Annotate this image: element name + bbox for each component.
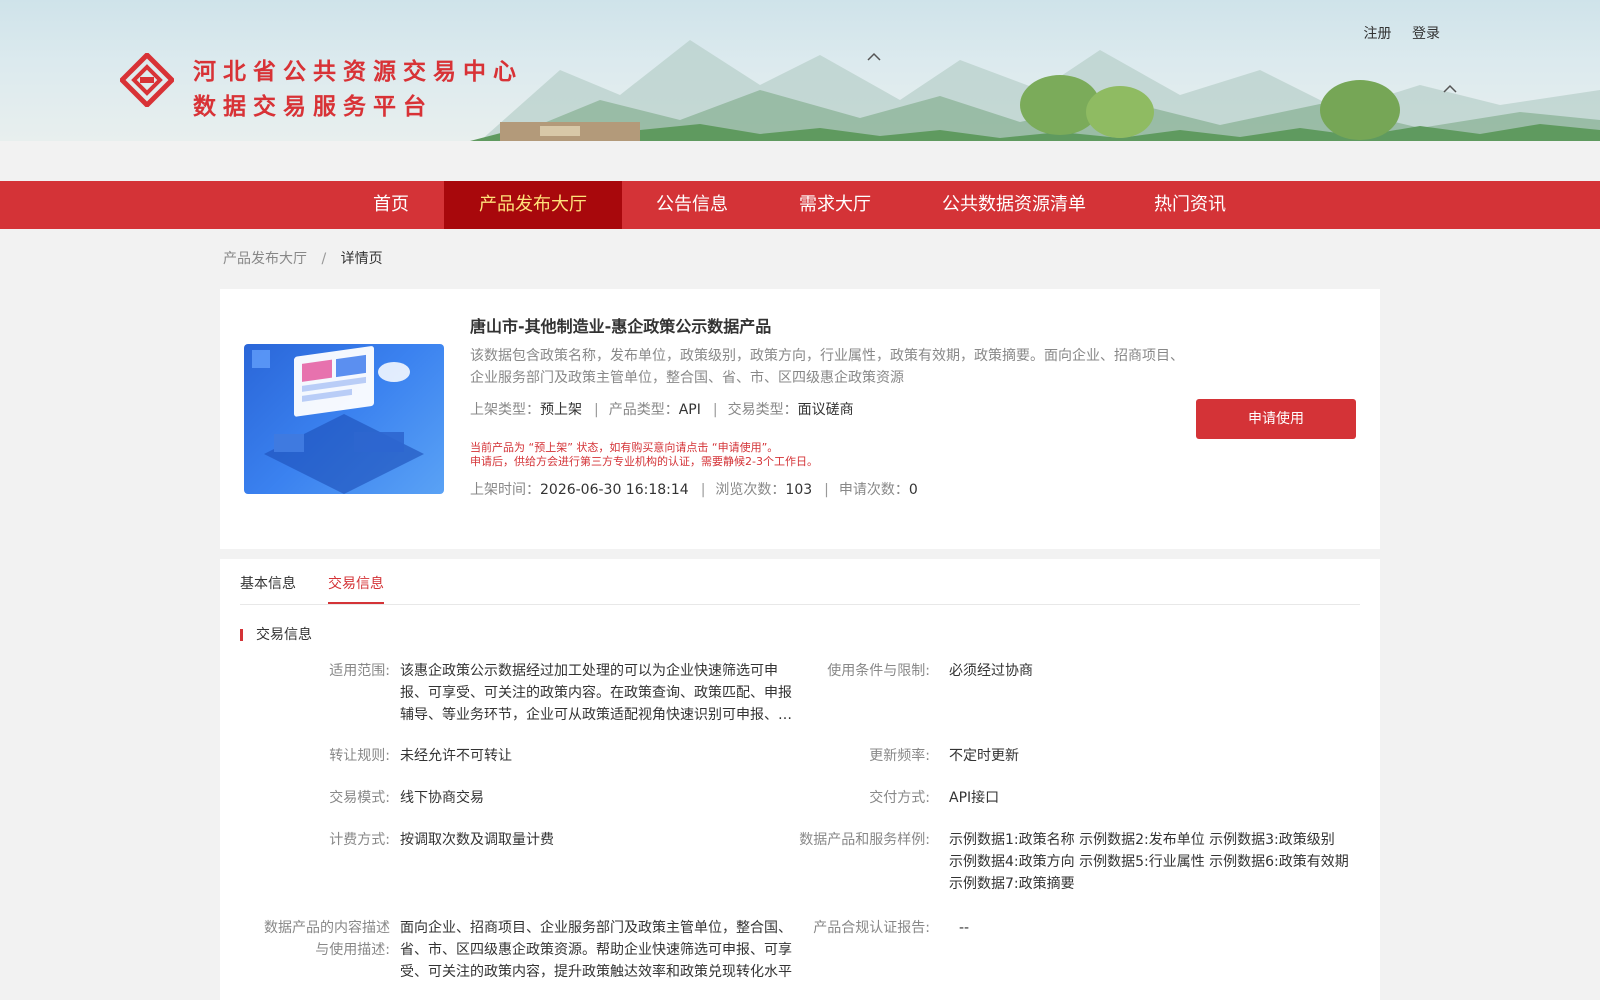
breadcrumb-current: 详情页 [340,251,383,267]
site-title-line2: 数据交易服务平台 [193,94,433,120]
nav-item-demand-hall[interactable]: 需求大厅 [785,181,885,229]
tab-trade-info[interactable]: 交易信息 [328,573,384,604]
compliance-value: -- [959,920,970,936]
content-desc-value: 面向企业、招商项目、企业服务部门及政策主管单位，整合国、省、市、区四级惠企政策资… [400,920,792,980]
pipe-divider: | [824,482,829,498]
product-description: 该数据包含政策名称，发布单位，政策级别，政策方向，行业属性，政策有效期，政策摘要… [470,348,1184,386]
scope-label: 适用范围: [329,663,390,679]
pipe-divider: | [712,402,718,418]
applications-value: 0 [908,482,918,498]
freq-label: 更新频率: [869,748,930,764]
nav-item-hot-news[interactable]: 热门资讯 [1145,181,1235,229]
product-stats-row: 上架时间：2026-06-30 16:18:14 | 浏览次数：103 | 申请次数：0 [470,479,926,499]
header-banner: 河北省公共资源交易中心 数据交易服务平台 注册 登录 [0,0,1600,141]
breadcrumb-separator: / [321,251,327,267]
content-desc-label: 数据产品的内容描述 与使用描述: [240,917,390,961]
main-nav: 首页 产品发布大厅 公告信息 需求大厅 公共数据资源清单 热门资讯 [0,181,1600,229]
site-title-line1: 河北省公共资源交易中心 [193,59,523,85]
transfer-value: 未经允许不可转让 [400,748,512,764]
views-label: 浏览次数： [715,482,786,498]
nav-item-home[interactable]: 首页 [355,181,427,229]
register-link[interactable]: 注册 [1364,26,1392,42]
content-desc-label-line1: 数据产品的内容描述 [264,920,390,936]
freq-value: 不定时更新 [949,748,1019,764]
apply-button[interactable]: 申请使用 [1196,399,1356,439]
product-type-label: 产品类型： [608,402,679,418]
logo-icon [120,53,174,107]
delivery-value: API接口 [949,790,1000,806]
billing-label: 计费方式: [329,832,390,848]
mode-label: 交易模式: [329,790,390,806]
product-type-row: 上架类型：预上架 | 产品类型：API | 交易类型：面议磋商 [470,399,862,419]
pre-listing-notice: 当前产品为 “预上架” 状态，如有购买意向请点击 “申请使用”。 申请后，供给方… [470,441,818,469]
scope-value: 该惠企政策公示数据经过加工处理的可以为企业快速筛选可申报、可享受、可关注的政策内… [400,663,792,723]
limits-value: 必须经过协商 [949,663,1033,679]
product-type-value: API [678,402,701,418]
listing-type-label: 上架类型： [470,402,540,418]
delivery-label: 交付方式: [869,790,930,806]
listed-time-label: 上架时间： [470,482,540,498]
auth-links: 注册 登录 [1348,23,1440,43]
notice-line1: 当前产品为 “预上架” 状态，如有购买意向请点击 “申请使用”。 [470,441,779,454]
breadcrumb-parent[interactable]: 产品发布大厅 [223,251,307,267]
breadcrumb: 产品发布大厅 / 详情页 [223,248,383,268]
sample-value: 示例数据1:政策名称 示例数据2:发布单位 示例数据3:政策级别 示例数据4:政… [949,832,1349,892]
detail-tabs: 基本信息 交易信息 [240,559,1360,605]
pipe-divider: | [594,402,599,418]
nav-item-public-data-list[interactable]: 公共数据资源清单 [934,181,1094,229]
limits-label: 使用条件与限制: [827,663,930,679]
product-detail-card: 基本信息 交易信息 交易信息 适用范围: 该惠企政策公示数据经过加工处理的可以为… [220,559,1380,1000]
listing-type-value: 预上架 [540,402,582,418]
content-desc-label-line2: 与使用描述: [315,942,390,958]
transfer-label: 转让规则: [329,748,390,764]
compliance-label: 产品合规认证报告: [813,920,930,936]
trade-type-value: 面议磋商 [797,402,854,418]
pipe-divider: | [700,482,706,498]
header-spacer [0,141,1600,181]
login-link[interactable]: 登录 [1412,26,1440,42]
views-value: 103 [785,482,813,498]
site-title: 河北省公共资源交易中心 数据交易服务平台 [193,55,523,125]
listed-time-value: 2026-06-30 16:18:14 [540,482,689,498]
product-thumbnail [244,344,444,494]
nav-item-announcements[interactable]: 公告信息 [642,181,742,229]
product-summary-card: 唐山市-其他制造业-惠企政策公示数据产品 该数据包含政策名称，发布单位，政策级别… [220,289,1380,549]
isometric-data-illustration [252,346,424,494]
trade-type-label: 交易类型： [727,402,798,418]
applications-label: 申请次数： [838,482,909,498]
tab-basic-info[interactable]: 基本信息 [240,573,296,604]
nav-item-product-hall[interactable]: 产品发布大厅 [444,181,622,229]
product-title: 唐山市-其他制造业-惠企政策公示数据产品 [470,317,772,336]
mode-value: 线下协商交易 [400,790,484,806]
billing-value: 按调取次数及调取量计费 [400,832,554,848]
section-title: 交易信息 [240,628,312,642]
notice-line2: 申请后，供给方会进行第三方专业机构的认证，需要静候2-3个工作日。 [470,455,818,468]
sample-label: 数据产品和服务样例: [799,832,930,848]
